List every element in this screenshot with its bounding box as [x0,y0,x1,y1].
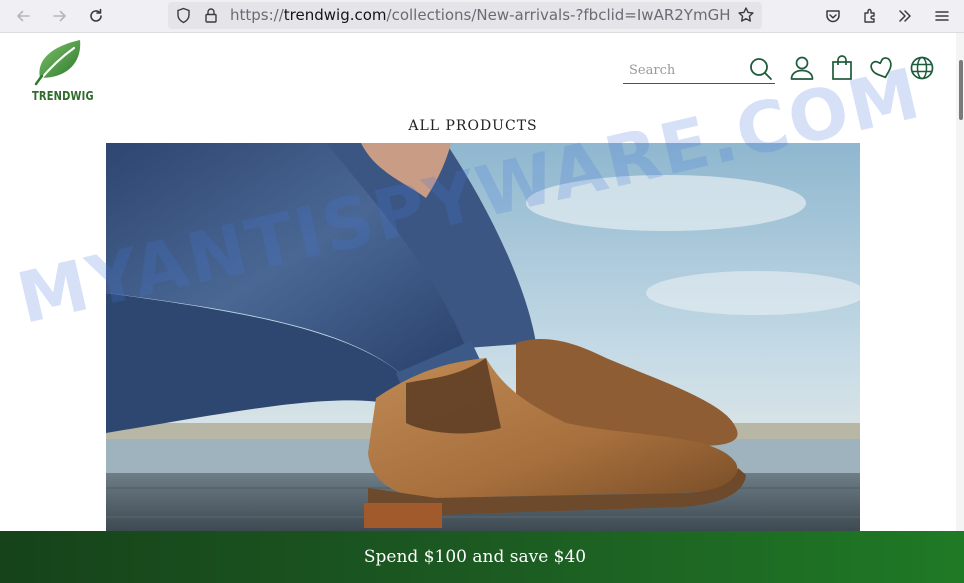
cart-bag-icon[interactable] [828,54,856,82]
wishlist-icon[interactable] [868,54,896,82]
url-bar[interactable]: https://trendwig.com/collections/New-arr… [168,2,762,29]
forward-icon [53,10,66,22]
search-icon[interactable] [748,56,774,82]
url-scheme: https:// [230,6,284,24]
app-menu-button[interactable] [930,4,954,28]
promo-banner[interactable]: Spend $100 and save $40 [0,531,964,583]
leaf-logo-icon [34,40,81,86]
shield-icon[interactable] [175,7,192,24]
url-host: trendwig.com [283,6,387,24]
back-icon [17,10,30,22]
reload-icon [90,8,102,22]
nav-all-products[interactable]: ALL PRODUCTS [0,118,946,134]
hero-boots-illustration [106,143,860,531]
language-globe-icon[interactable] [908,54,936,82]
overflow-chevrons-icon [899,10,911,22]
browser-toolbar: https://trendwig.com/collections/New-arr… [0,0,964,33]
promo-text: Spend $100 and save $40 [363,547,587,567]
hero-banner-image[interactable] [106,143,860,531]
url-text[interactable]: https://trendwig.com/collections/New-arr… [230,6,730,24]
lock-icon[interactable] [203,7,219,24]
pocket-button[interactable] [821,4,845,28]
overflow-button[interactable] [893,4,917,28]
back-button[interactable] [11,4,35,28]
forward-button[interactable] [48,4,72,28]
extensions-button[interactable] [858,4,882,28]
account-icon[interactable] [788,54,816,82]
scrollbar-thumb[interactable] [959,60,963,120]
search-input[interactable] [629,60,744,80]
pocket-icon [826,10,840,23]
logo-text[interactable]: TRENDWIG [32,88,94,103]
hamburger-menu-icon [935,11,949,21]
url-path: /collections/New-arrivals-?fbclid=IwAR2Y… [386,6,730,24]
extensions-icon [864,8,875,23]
bookmark-star-icon[interactable] [737,6,755,24]
reload-button[interactable] [84,4,108,28]
